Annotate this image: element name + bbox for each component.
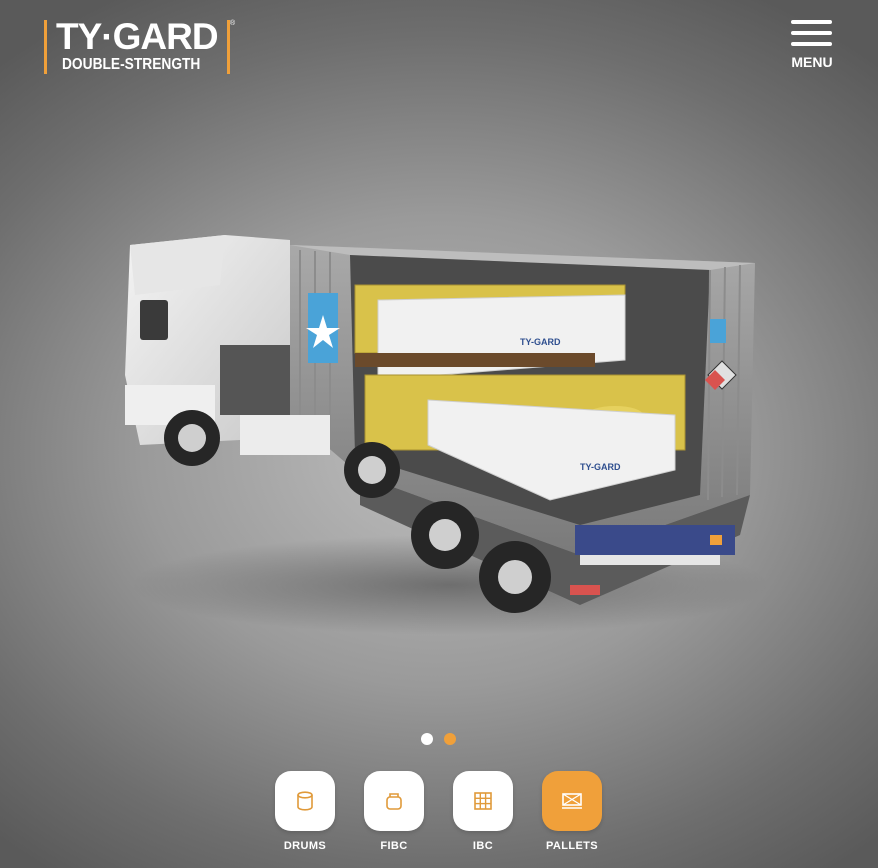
logo-tagline: DOUBLE-STRENGTH (62, 56, 201, 73)
category-ibc-label: IBC (472, 840, 494, 852)
carousel-pagination (421, 733, 461, 745)
category-nav: DRUMS FIBC IBC PALLETS (275, 771, 605, 861)
menu-button[interactable]: MENU (789, 20, 835, 72)
carousel-dot-2[interactable] (444, 733, 456, 745)
category-fibc-tile[interactable] (364, 771, 424, 831)
menu-label: MENU (791, 54, 833, 70)
bag-icon (386, 793, 402, 810)
logo-registered-mark: ® (230, 20, 236, 27)
pallet-icon (562, 793, 582, 809)
category-fibc-label: FIBC (380, 840, 408, 852)
wrap-label-upper: TY-GARD (520, 337, 561, 347)
wrap-label-lower: TY-GARD (580, 462, 621, 472)
category-ibc[interactable]: IBC (453, 771, 515, 852)
drum-icon (297, 791, 313, 811)
category-pallets-tile[interactable] (542, 771, 602, 831)
truck-hero-image: TY-GARD TY-GARD (125, 235, 770, 635)
brand-logo[interactable]: TY·GARD ® DOUBLE-STRENGTH (44, 16, 238, 76)
logo-bar-left (44, 20, 47, 74)
carousel-dot-1[interactable] (421, 733, 433, 745)
logo-bar-right (227, 20, 230, 74)
category-ibc-tile[interactable] (453, 771, 513, 831)
hamburger-icon (791, 20, 832, 24)
hamburger-icon-line (791, 42, 832, 46)
category-drums[interactable]: DRUMS (275, 771, 337, 852)
category-pallets[interactable]: PALLETS (542, 771, 604, 852)
category-fibc[interactable]: FIBC (364, 771, 426, 852)
category-drums-tile[interactable] (275, 771, 335, 831)
logo-brand-text: TY·GARD (56, 16, 219, 57)
category-pallets-label: PALLETS (545, 840, 599, 852)
category-drums-label: DRUMS (283, 840, 327, 852)
hamburger-icon-line (791, 31, 832, 35)
grid-tote-icon (474, 792, 492, 810)
